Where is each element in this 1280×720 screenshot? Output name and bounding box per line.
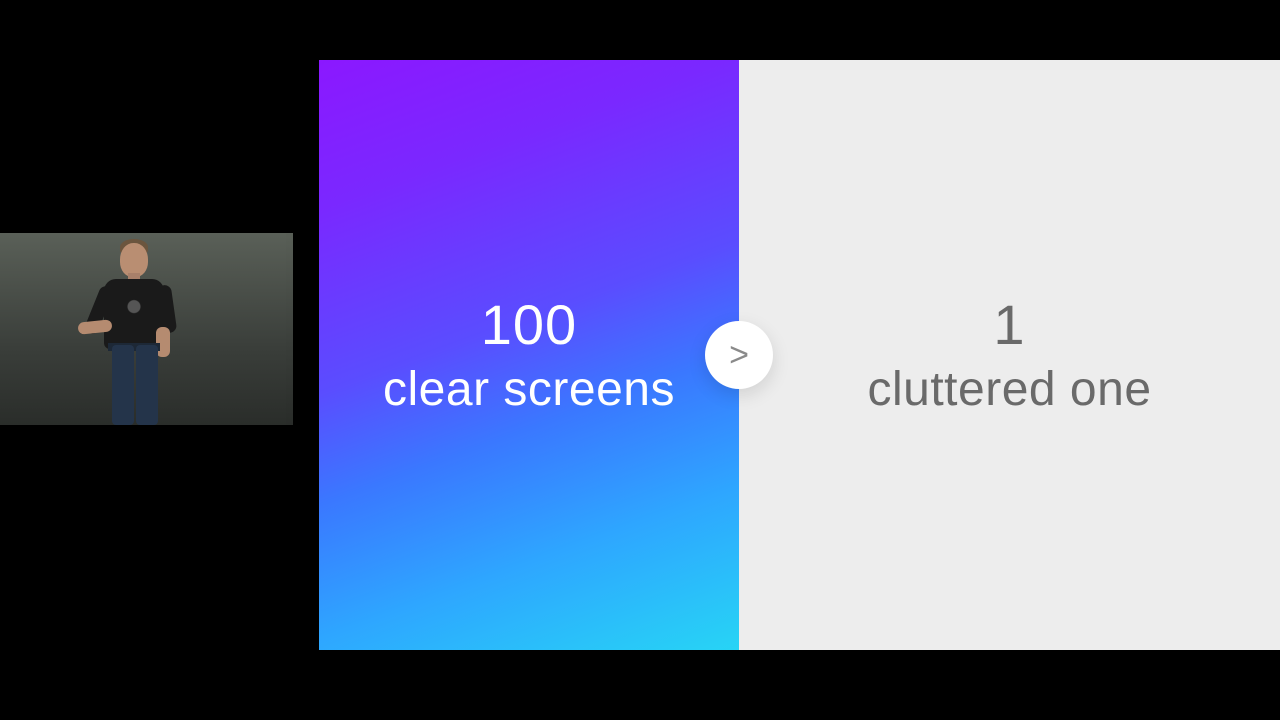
left-number: 100 (383, 293, 675, 357)
speaker-figure (70, 235, 190, 425)
comparator-badge: > (705, 321, 773, 389)
speaker-camera-inset (0, 233, 293, 425)
right-label: cluttered one (867, 362, 1151, 417)
slide-left-panel: 100 clear screens (319, 60, 739, 650)
right-number: 1 (867, 293, 1151, 357)
slide-right-panel: 1 cluttered one (739, 60, 1280, 650)
greater-than-icon: > (729, 336, 749, 375)
presentation-slide: 100 clear screens 1 cluttered one (319, 60, 1280, 650)
left-label: clear screens (383, 362, 675, 417)
